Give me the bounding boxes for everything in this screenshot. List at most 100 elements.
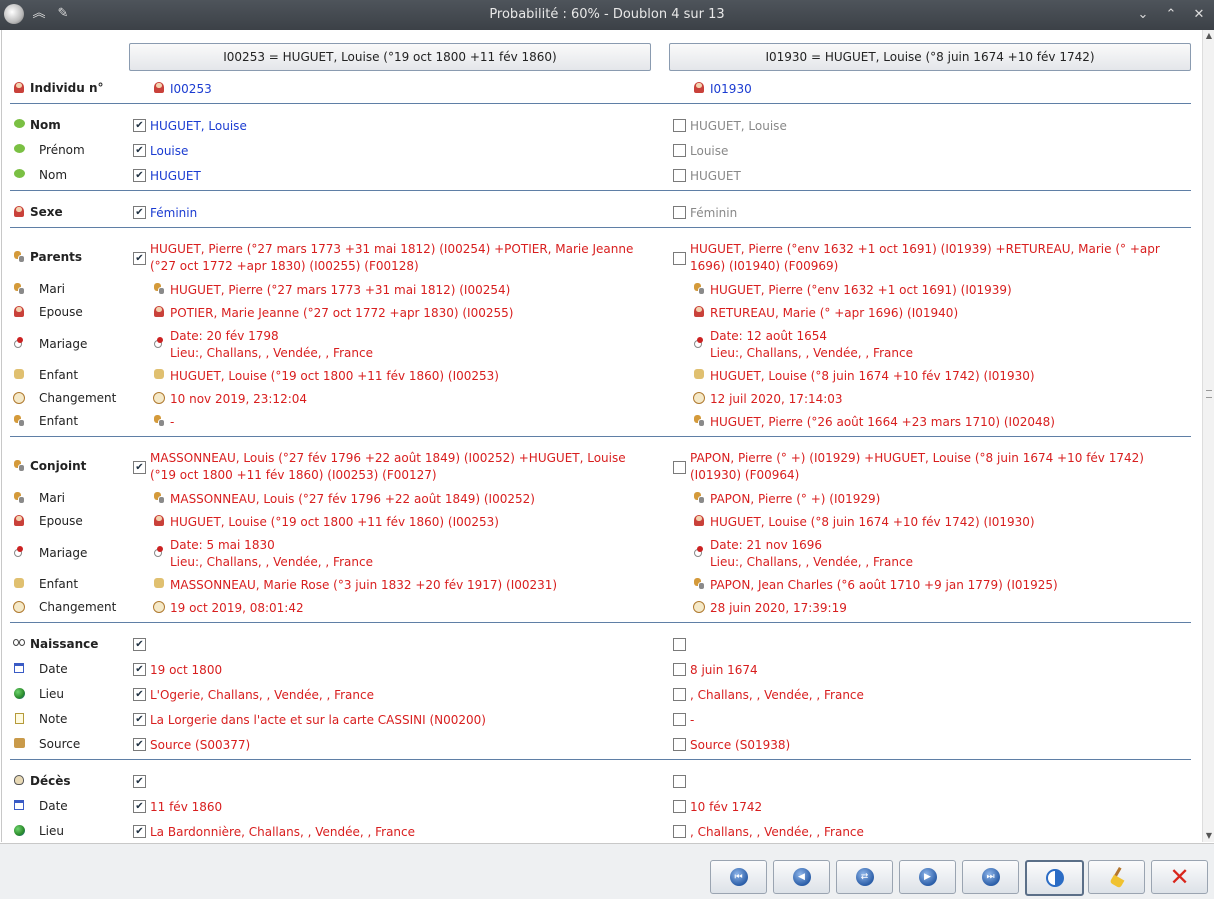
row-parents-enfant: Enfant HUGUET, Louise (°19 oct 1800 +11 … (2, 365, 1202, 387)
left-value: - (170, 415, 175, 429)
left-value: HUGUET (150, 169, 201, 183)
name-icon (13, 169, 25, 181)
close-window-icon[interactable]: ✕ (1190, 6, 1208, 24)
clean-button[interactable] (1088, 860, 1145, 894)
person-icon (13, 82, 25, 94)
right-checkbox[interactable] (673, 461, 686, 474)
left-checkbox[interactable]: ✔ (133, 461, 146, 474)
field-label: Nom (30, 118, 61, 132)
wife-icon (153, 515, 165, 527)
child-icon (13, 578, 25, 590)
row-sexe: Sexe ✔ Féminin Féminin (2, 202, 1202, 224)
husband-icon (153, 492, 165, 504)
right-value: RETUREAU, Marie (° +apr 1696) (I01940) (710, 306, 959, 320)
child-icon (13, 369, 25, 381)
left-value: 10 nov 2019, 23:12:04 (170, 392, 308, 406)
left-value: MASSONNEAU, Marie Rose (°3 juin 1832 +20… (170, 578, 558, 592)
right-checkbox[interactable] (673, 738, 686, 751)
left-checkbox[interactable]: ✔ (133, 206, 146, 219)
right-checkbox[interactable] (673, 252, 686, 265)
left-checkbox[interactable]: ✔ (133, 144, 146, 157)
next-duplicate-button[interactable]: ▶ (899, 860, 956, 894)
left-checkbox[interactable]: ✔ (133, 775, 146, 788)
field-label: Changement (39, 391, 117, 405)
right-checkbox[interactable] (673, 800, 686, 813)
right-checkbox[interactable] (673, 144, 686, 157)
right-checkbox[interactable] (673, 713, 686, 726)
birth-icon (13, 638, 25, 650)
right-value: HUGUET, Pierre (°env 1632 +1 oct 1691) (… (690, 242, 1160, 273)
minimize-icon[interactable]: ⌄ (1134, 6, 1152, 24)
field-label: Mari (39, 282, 65, 296)
scroll-down-arrow-icon[interactable]: ▼ (1203, 830, 1214, 842)
left-checkbox[interactable]: ✔ (133, 638, 146, 651)
field-label: Date (39, 662, 68, 676)
left-checkbox[interactable]: ✔ (133, 713, 146, 726)
source-icon (13, 738, 25, 750)
right-value: HUGUET (690, 169, 741, 183)
right-value: HUGUET, Pierre (°env 1632 +1 oct 1691) (… (710, 283, 1012, 297)
scroll-up-arrow-icon[interactable]: ▲ (1203, 30, 1214, 42)
first-duplicate-button[interactable]: ⏮ (710, 860, 767, 894)
husband-icon (13, 492, 25, 504)
left-checkbox[interactable]: ✔ (133, 688, 146, 701)
maximize-icon[interactable]: ⌃ (1162, 6, 1180, 24)
separator (10, 436, 1191, 437)
right-checkbox[interactable] (673, 663, 686, 676)
merge-icon (1045, 869, 1064, 887)
left-value: Féminin (150, 206, 198, 220)
right-checkbox[interactable] (673, 119, 686, 132)
right-value-link[interactable]: I01930 (710, 81, 1200, 98)
left-record-button[interactable]: I00253 = HUGUET, Louise (°19 oct 1800 +1… (129, 43, 651, 71)
last-duplicate-button[interactable]: ⏭ (962, 860, 1019, 894)
row-deces-lieu: Lieu ✔ La Bardonnière, Challans, , Vendé… (2, 821, 1202, 842)
left-value: Louise (150, 144, 189, 158)
previous-duplicate-button[interactable]: ◀ (773, 860, 830, 894)
left-value: HUGUET, Louise (°19 oct 1800 +11 fév 186… (170, 369, 499, 383)
husband-icon (693, 492, 705, 504)
separator (10, 227, 1191, 228)
left-checkbox[interactable]: ✔ (133, 252, 146, 265)
right-checkbox[interactable] (673, 775, 686, 788)
left-value-link[interactable]: I00253 (170, 81, 670, 98)
row-deces-date: Date ✔ 11 fév 1860 10 fév 1742 (2, 796, 1202, 818)
left-checkbox[interactable]: ✔ (133, 825, 146, 838)
cancel-button[interactable]: ✕ (1151, 860, 1208, 894)
first-icon: ⏮ (729, 868, 748, 886)
footer-toolbar: ⏮ ◀ ⇄ ▶ ⏭ ✕ (0, 843, 1214, 899)
left-checkbox[interactable]: ✔ (133, 738, 146, 751)
husband-icon (153, 283, 165, 295)
right-value: 28 juin 2020, 17:39:19 (710, 601, 847, 615)
swap-button[interactable]: ⇄ (836, 860, 893, 894)
right-value-place: Lieu:, Challans, , Vendée, , France (710, 346, 913, 360)
field-label: Sexe (30, 205, 63, 219)
separator (10, 103, 1191, 104)
left-checkbox[interactable]: ✔ (133, 119, 146, 132)
clock-icon (153, 392, 165, 404)
child-icon (153, 415, 165, 427)
scroll-grip[interactable] (1206, 390, 1212, 398)
right-checkbox[interactable] (673, 688, 686, 701)
right-checkbox[interactable] (673, 169, 686, 182)
row-parents-changement: Changement 10 nov 2019, 23:12:04 12 juil… (2, 388, 1202, 410)
left-checkbox[interactable]: ✔ (133, 800, 146, 813)
left-value: Source (S00377) (150, 738, 251, 752)
right-checkbox[interactable] (673, 206, 686, 219)
row-parents: Parents ✔ HUGUET, Pierre (°27 mars 1773 … (2, 239, 1202, 275)
row-prenom: Prénom ✔ Louise Louise (2, 140, 1202, 162)
right-checkbox[interactable] (673, 638, 686, 651)
row-naissance-source: Source ✔ Source (S00377) Source (S01938) (2, 734, 1202, 756)
note-icon (13, 713, 25, 725)
row-deces: Décès ✔ (2, 771, 1202, 793)
left-checkbox[interactable]: ✔ (133, 663, 146, 676)
vertical-scrollbar[interactable]: ▲ ▼ (1202, 30, 1214, 842)
title-bar: ︽ ✎ Probabilité : 60% - Doublon 4 sur 13… (0, 0, 1214, 30)
right-value-date: Date: 21 nov 1696 (710, 538, 823, 552)
merge-button[interactable] (1025, 860, 1084, 896)
right-checkbox[interactable] (673, 825, 686, 838)
left-checkbox[interactable]: ✔ (133, 169, 146, 182)
clock-icon (153, 601, 165, 613)
right-value: 8 juin 1674 (690, 663, 758, 677)
right-record-button[interactable]: I01930 = HUGUET, Louise (°8 juin 1674 +1… (669, 43, 1191, 71)
previous-icon: ◀ (792, 868, 811, 886)
